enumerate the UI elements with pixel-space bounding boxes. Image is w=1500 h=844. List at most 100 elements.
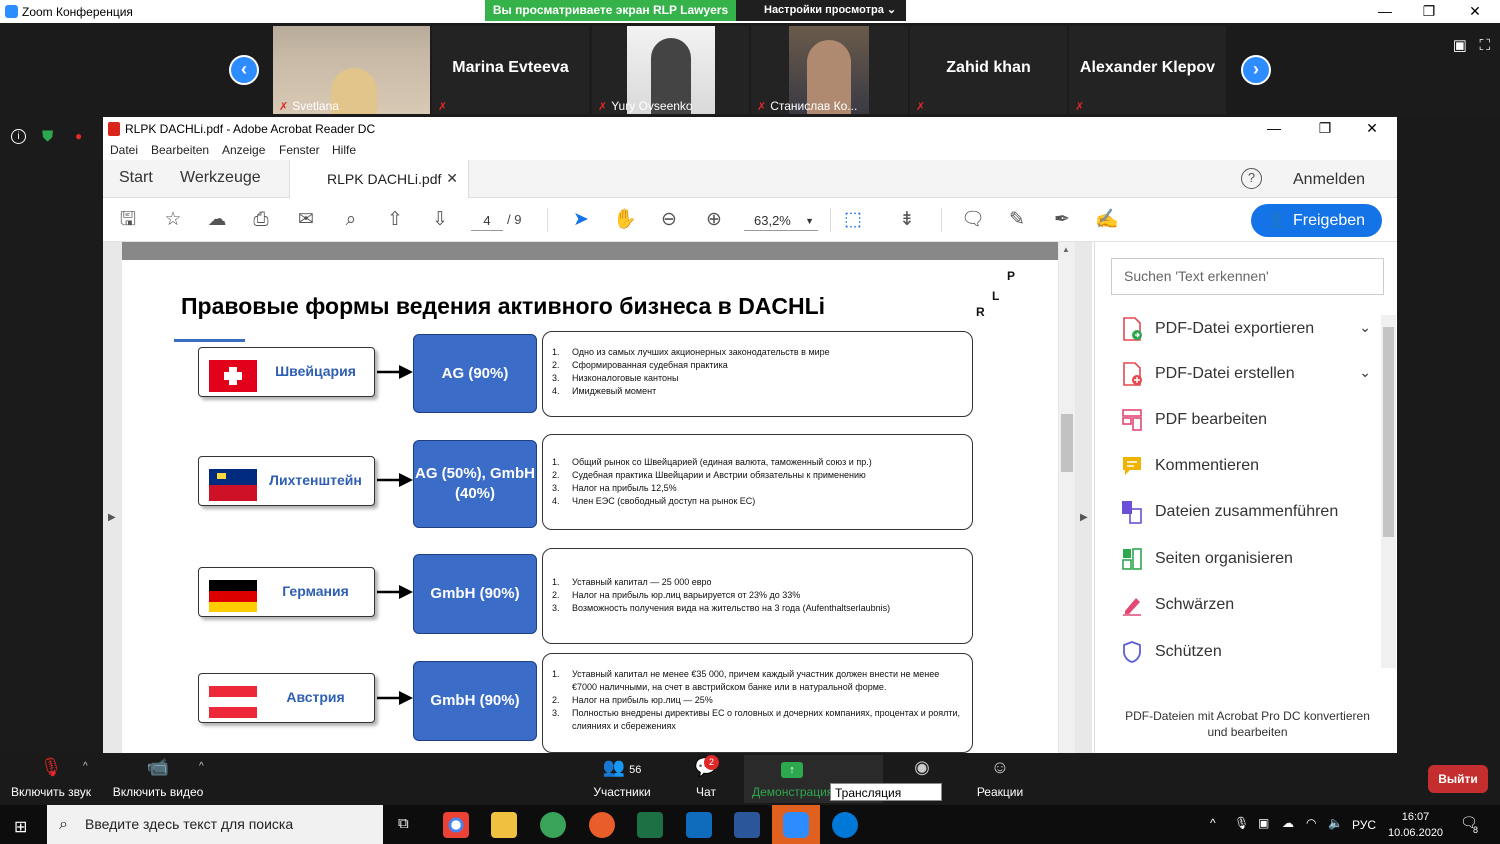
acrobat-pro-promo[interactable]: PDF-Dateien mit Acrobat Pro DC konvertie… xyxy=(1125,708,1370,740)
unmute-button[interactable]: 🎙 Включить звук xyxy=(10,757,92,799)
chrome-app-icon[interactable] xyxy=(443,812,469,838)
fullscreen-icon[interactable]: ⛶ xyxy=(1479,37,1490,54)
hand-tool-icon[interactable]: ✋ xyxy=(613,208,637,232)
print-icon[interactable]: ⎙ xyxy=(249,208,273,232)
chat-button[interactable]: 💬 2 Чат xyxy=(690,755,722,799)
participant-tile[interactable]: Zahid khan ✗ xyxy=(910,26,1067,114)
reactions-button[interactable]: ☺ Реакции xyxy=(974,757,1026,799)
left-panel-toggle-icon[interactable]: ▶ xyxy=(108,512,116,523)
edge-app-icon[interactable] xyxy=(832,812,858,838)
tab-start[interactable]: Start xyxy=(119,169,153,187)
start-video-button[interactable]: 📹 Включить видео xyxy=(112,757,204,799)
page-number-input[interactable]: 4 xyxy=(471,211,503,231)
participants-button[interactable]: 👥 56 Участники xyxy=(590,757,654,799)
participant-tile[interactable]: Alexander Klepov ✗ xyxy=(1069,26,1226,114)
close-icon[interactable]: ✕ xyxy=(1349,120,1395,137)
app-icon[interactable] xyxy=(589,812,615,838)
tray-app-icon[interactable]: ▣ xyxy=(1258,816,1269,844)
scrollbar-thumb[interactable] xyxy=(1383,327,1394,537)
tool-export-pdf[interactable]: PDF-Datei exportieren ⌄ xyxy=(1121,315,1371,345)
menu-anzeige[interactable]: Anzeige xyxy=(222,143,265,157)
email-icon[interactable]: ✉ xyxy=(294,208,318,232)
shield-icon[interactable]: ⛊ xyxy=(42,128,53,145)
tools-search-input[interactable]: Suchen 'Text erkennen' xyxy=(1111,258,1384,295)
taskbar-search-input[interactable]: ⌕ Введите здесь текст для поиска xyxy=(47,805,383,844)
tool-protect[interactable]: Schützen xyxy=(1121,638,1371,668)
gallery-view-icon[interactable]: ▣ xyxy=(1453,37,1467,54)
tab-document[interactable]: RLPK DACHLi.pdf ✕ xyxy=(289,160,469,198)
search-zoom-icon[interactable]: ⌕ xyxy=(339,208,363,232)
share-screen-label[interactable]: ↑ Демонстрация xyxy=(752,757,832,799)
scrollbar-thumb[interactable] xyxy=(1061,414,1073,472)
app-icon[interactable] xyxy=(540,812,566,838)
save-icon[interactable]: 🖫 xyxy=(116,208,140,232)
info-icon[interactable]: i xyxy=(11,129,26,144)
scroll-up-icon[interactable]: ▲ xyxy=(1062,245,1070,254)
tool-combine-files[interactable]: Dateien zusammenführen xyxy=(1121,498,1371,528)
wifi-icon[interactable]: ◠ xyxy=(1306,816,1316,844)
record-button[interactable]: ◉ xyxy=(905,757,939,781)
menu-datei[interactable]: Datei xyxy=(110,143,138,157)
select-cursor-icon[interactable]: ➤ xyxy=(569,208,593,232)
page-up-icon[interactable]: ⇧ xyxy=(383,208,407,232)
share-button[interactable]: 👤 Freigeben xyxy=(1251,204,1382,237)
tools-scrollbar[interactable] xyxy=(1381,315,1396,668)
sign-in-link[interactable]: Anmelden xyxy=(1293,171,1365,189)
file-explorer-icon[interactable] xyxy=(491,812,517,838)
mic-tray-icon[interactable]: 🎙 xyxy=(1234,816,1249,844)
menu-bearbeiten[interactable]: Bearbeiten xyxy=(151,143,209,157)
page-down-icon[interactable]: ⇩ xyxy=(428,208,452,232)
scroll-mode-icon[interactable]: ⇟ xyxy=(895,208,919,232)
maximize-icon[interactable]: ❐ xyxy=(1302,120,1348,137)
gallery-prev-button[interactable]: ‹ xyxy=(229,55,259,85)
zoom-level-select[interactable]: 63,2% ▼ xyxy=(744,211,818,231)
chevron-down-icon[interactable]: ⌄ xyxy=(1359,319,1371,336)
tool-organize-pages[interactable]: Seiten organisieren xyxy=(1121,545,1371,575)
participant-tile[interactable]: ✗ Yury Ovseenko xyxy=(592,26,749,114)
menu-fenster[interactable]: Fenster xyxy=(279,143,320,157)
zoom-in-icon[interactable]: ⊕ xyxy=(702,208,726,232)
highlight-pen-icon[interactable]: ✎ xyxy=(1005,208,1029,232)
view-options-button[interactable]: Настройки просмотра ⌄ xyxy=(736,0,906,21)
close-icon[interactable]: ✕ xyxy=(1452,0,1498,23)
minimize-icon[interactable]: — xyxy=(1362,0,1408,23)
zoom-app-icon[interactable] xyxy=(783,812,809,838)
tool-edit-pdf[interactable]: PDF bearbeiten xyxy=(1121,406,1371,436)
tool-comment[interactable]: Kommentieren xyxy=(1121,452,1371,482)
chevron-down-icon[interactable]: ⌄ xyxy=(1359,364,1371,381)
tool-redact[interactable]: Schwärzen xyxy=(1121,591,1371,621)
fill-sign-icon[interactable]: ✍ xyxy=(1095,208,1119,232)
sign-icon[interactable]: ✒ xyxy=(1050,208,1074,232)
word-app-icon[interactable] xyxy=(734,812,760,838)
document-scrollbar[interactable]: ▲ xyxy=(1059,242,1075,753)
menu-hilfe[interactable]: Hilfe xyxy=(332,143,356,157)
gallery-next-button[interactable]: › xyxy=(1241,55,1271,85)
bookmark-star-icon[interactable]: ☆ xyxy=(161,208,185,232)
task-view-icon[interactable]: ⧉ xyxy=(398,815,409,832)
tray-chevron-icon[interactable]: ^ xyxy=(1210,816,1216,844)
participant-tile[interactable]: Marina Evteeva ✗ xyxy=(432,26,589,114)
maximize-icon[interactable]: ❐ xyxy=(1406,0,1452,23)
close-tab-icon[interactable]: ✕ xyxy=(446,170,458,187)
leave-meeting-button[interactable]: Выйти xyxy=(1428,765,1488,793)
comment-tool-icon[interactable]: 🗨 xyxy=(961,208,985,232)
system-clock[interactable]: 16:07 10.06.2020 xyxy=(1388,809,1443,841)
document-view[interactable]: ▶ Правовые формы ведения активного бизне… xyxy=(103,242,1092,753)
tab-tools[interactable]: Werkzeuge xyxy=(180,169,261,187)
volume-icon[interactable]: 🔈 xyxy=(1328,816,1343,844)
zoom-out-icon[interactable]: ⊖ xyxy=(657,208,681,232)
excel-app-icon[interactable] xyxy=(637,812,663,838)
outlook-app-icon[interactable] xyxy=(686,812,712,838)
tool-create-pdf[interactable]: PDF-Datei erstellen ⌄ xyxy=(1121,360,1371,390)
tray-app-icon[interactable]: ☁ xyxy=(1282,816,1294,844)
minimize-icon[interactable]: — xyxy=(1251,120,1297,136)
fit-page-icon[interactable]: ⬚ xyxy=(841,208,865,232)
record-icon[interactable]: ● xyxy=(75,129,82,143)
help-icon[interactable]: ? xyxy=(1241,168,1262,189)
participant-tile[interactable]: ✗ Svetlana xyxy=(273,26,430,114)
audio-options-chevron-icon[interactable]: ^ xyxy=(83,761,88,772)
language-indicator[interactable]: РУС xyxy=(1352,818,1376,844)
participant-tile[interactable]: ✗ Станислав Ко... xyxy=(751,26,908,114)
upload-icon[interactable]: ☁ xyxy=(205,208,229,232)
right-panel-toggle-icon[interactable]: ▶ xyxy=(1080,512,1088,523)
